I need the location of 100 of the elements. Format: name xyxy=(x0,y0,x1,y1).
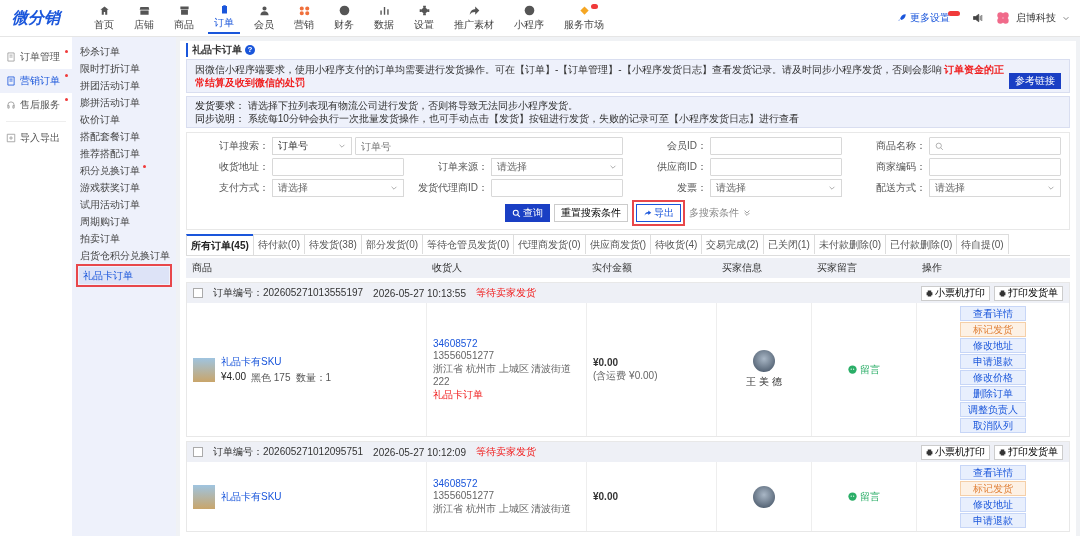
double-chevron-icon[interactable] xyxy=(743,209,751,217)
person-icon xyxy=(258,4,270,16)
help-icon[interactable]: ? xyxy=(245,45,255,55)
print-button[interactable]: 打印发货单 xyxy=(994,285,1063,301)
submenu-item[interactable]: 试用活动订单 xyxy=(76,196,172,213)
sidebar-item[interactable]: 订单管理 xyxy=(0,45,72,69)
input-field[interactable] xyxy=(929,158,1061,176)
nav-tab[interactable]: 数据 xyxy=(368,2,400,34)
action-button[interactable]: 修改价格 xyxy=(960,370,1026,385)
column-header: 操作 xyxy=(922,261,943,275)
petals-icon xyxy=(298,4,310,16)
action-button[interactable]: 修改地址 xyxy=(960,497,1026,512)
sidebar-item[interactable]: 营销订单 xyxy=(0,69,72,93)
submenu-item[interactable]: 拼团活动订单 xyxy=(76,77,172,94)
search-field[interactable] xyxy=(929,137,1061,155)
submenu-item[interactable]: 秒杀订单 xyxy=(76,43,172,60)
sidebar-item[interactable]: 售后服务 xyxy=(0,93,72,117)
submenu-item[interactable]: 礼品卡订单 xyxy=(79,267,169,284)
more-filters-link[interactable]: 多搜索条件 xyxy=(689,206,739,220)
nav-tab[interactable]: 推广素材 xyxy=(448,2,500,34)
caret-icon[interactable] xyxy=(1062,14,1070,22)
sidebar-item[interactable]: 导入导出 xyxy=(6,126,66,150)
submenu-item[interactable]: 周期购订单 xyxy=(76,213,172,230)
input-field[interactable] xyxy=(710,158,842,176)
chevron-down-icon xyxy=(1047,184,1055,192)
nav-tab[interactable]: 会员 xyxy=(248,2,280,34)
user-menu[interactable]: 启博科技 xyxy=(1016,11,1056,25)
order-status-tab[interactable]: 所有订单(45) xyxy=(186,234,254,255)
nav-tab[interactable]: 首页 xyxy=(88,2,120,34)
checkbox[interactable] xyxy=(193,447,203,457)
checkbox[interactable] xyxy=(193,288,203,298)
paid-amount: ¥0.00 xyxy=(593,356,620,368)
nav-tab[interactable]: 营销 xyxy=(288,2,320,34)
nav-tab[interactable]: 店铺 xyxy=(128,2,160,34)
store-icon xyxy=(138,4,150,16)
search-icon xyxy=(935,141,944,151)
submenu-item[interactable]: 膨拼活动订单 xyxy=(76,94,172,111)
export-button[interactable]: 导出 xyxy=(636,204,681,222)
reference-link-button[interactable]: 参考链接 xyxy=(1009,73,1061,89)
action-button[interactable]: 查看详情 xyxy=(960,465,1026,480)
filter-label: 商家编码： xyxy=(875,160,926,174)
input-field[interactable] xyxy=(710,137,842,155)
nav-tab[interactable]: 服务市场 xyxy=(558,2,610,34)
box-icon xyxy=(178,4,190,16)
reset-button[interactable]: 重置搜索条件 xyxy=(554,204,628,222)
chevron-down-icon xyxy=(338,142,346,150)
document-icon xyxy=(6,76,16,86)
nav-tab[interactable]: 订单 xyxy=(208,2,240,34)
filter-label: 支付方式： xyxy=(218,181,269,195)
nav-tab[interactable]: 商品 xyxy=(168,2,200,34)
input-field[interactable] xyxy=(491,179,623,197)
chevron-down-icon xyxy=(390,184,398,192)
print-button[interactable]: 小票机打印 xyxy=(921,285,990,301)
print-button[interactable]: 小票机打印 xyxy=(921,444,990,460)
submenu-item[interactable]: 拍卖订单 xyxy=(76,230,172,247)
nav-tab[interactable]: 小程序 xyxy=(508,2,550,34)
order-number-input[interactable]: 订单号 xyxy=(355,137,623,155)
input-field[interactable] xyxy=(272,158,404,176)
select-field[interactable]: 请选择 xyxy=(491,158,623,176)
consignee-id-link[interactable]: 34608572 xyxy=(433,337,580,349)
bar-chart-icon xyxy=(378,4,390,16)
submenu-item[interactable]: 搭配套餐订单 xyxy=(76,128,172,145)
consignee-id-link[interactable]: 34608572 xyxy=(433,477,580,489)
select-field[interactable]: 请选择 xyxy=(929,179,1061,197)
avatar-placeholder xyxy=(753,485,775,508)
submenu-item[interactable]: 启货仓积分兑换订单 xyxy=(76,247,172,264)
order-type-tag: 礼品卡订单 xyxy=(433,387,580,402)
filter-label: 商品名称： xyxy=(875,139,926,153)
product-link[interactable]: 礼品卡有SKU xyxy=(221,354,332,369)
submenu-item[interactable]: 限时打折订单 xyxy=(76,60,172,77)
action-button[interactable]: 申请退款 xyxy=(960,354,1026,369)
avatar-placeholder xyxy=(753,350,775,372)
filter-label: 收货地址： xyxy=(218,160,269,174)
action-button[interactable]: 查看详情 xyxy=(960,306,1026,321)
search-type-select[interactable]: 订单号 xyxy=(272,137,352,155)
search-icon xyxy=(512,208,521,218)
select-field[interactable]: 请选择 xyxy=(272,179,404,197)
headset-icon xyxy=(6,100,16,110)
nav-tab[interactable]: 设置 xyxy=(408,2,440,34)
chevron-down-icon xyxy=(609,163,617,171)
product-link[interactable]: 礼品卡有SKU xyxy=(221,489,282,504)
action-button[interactable]: 删除订单 xyxy=(960,386,1026,401)
select-field[interactable]: 请选择 xyxy=(710,179,842,197)
action-button[interactable]: 调整负责人 xyxy=(960,402,1026,417)
action-button[interactable]: 取消队列 xyxy=(960,418,1026,433)
action-button[interactable]: 修改地址 xyxy=(960,338,1026,353)
chat-bubble-icon xyxy=(848,492,857,501)
chat-bubble-icon xyxy=(848,365,857,374)
submenu-item[interactable]: 积分兑换订单 xyxy=(76,162,172,179)
print-button[interactable]: 打印发货单 xyxy=(994,444,1063,460)
action-button[interactable]: 申请退款 xyxy=(960,513,1026,528)
submenu-item[interactable]: 推荐搭配订单 xyxy=(76,145,172,162)
search-button[interactable]: 查询 xyxy=(505,204,550,222)
submenu-item[interactable]: 砍价订单 xyxy=(76,111,172,128)
nav-tab[interactable]: 财务 xyxy=(328,2,360,34)
submenu-item[interactable]: 游戏获奖订单 xyxy=(76,179,172,196)
speaker-icon[interactable] xyxy=(972,12,984,24)
filter-label: 订单搜索： xyxy=(218,139,269,153)
more-settings-link[interactable]: 更多设置 xyxy=(897,11,950,25)
order-status-tab[interactable]: 待自提(0) xyxy=(956,234,1009,254)
